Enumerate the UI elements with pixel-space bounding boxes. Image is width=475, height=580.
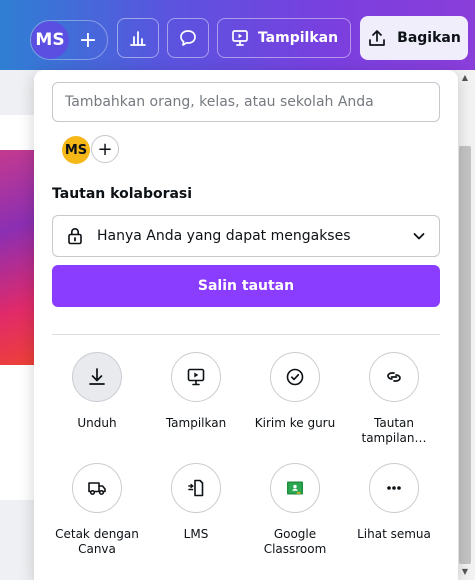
invite-input[interactable]	[52, 82, 440, 122]
member-avatar[interactable]: MS	[62, 136, 90, 164]
classroom-icon	[287, 481, 303, 495]
option-send-teacher-circle[interactable]	[270, 352, 320, 402]
option-present[interactable]: Tampilkan	[151, 352, 241, 431]
chevron-down-icon	[413, 233, 425, 240]
option-print-circle[interactable]	[72, 463, 122, 513]
option-lms[interactable]: LMS	[151, 463, 241, 542]
access-dropdown[interactable]: Hanya Anda yang dapat mengakses	[52, 215, 440, 257]
add-member-button[interactable]: +	[91, 135, 119, 163]
option-download[interactable]: Unduh	[52, 352, 142, 431]
lms-icon	[188, 479, 204, 497]
option-present-label: Tampilkan	[165, 416, 227, 430]
upload-icon	[369, 30, 386, 46]
scroll-down-icon[interactable]: ▼	[459, 566, 471, 576]
present-icon	[232, 30, 248, 46]
option-google-classroom-circle[interactable]	[270, 463, 320, 513]
option-present-circle[interactable]	[171, 352, 221, 402]
option-google-classroom[interactable]: Google Classroom	[250, 463, 340, 557]
option-lms-label: LMS	[183, 527, 209, 541]
more-icon	[387, 486, 401, 490]
plus-icon[interactable]: +	[72, 24, 104, 56]
comment-button[interactable]	[167, 18, 209, 58]
option-see-all-circle[interactable]	[369, 463, 419, 513]
chart-icon	[130, 31, 146, 46]
option-download-circle[interactable]	[72, 352, 122, 402]
check-circle-icon	[286, 368, 304, 386]
option-print[interactable]: Cetak dengan Canva	[52, 463, 142, 557]
scrollbar-thumb[interactable]	[459, 146, 471, 564]
insights-button[interactable]	[117, 18, 159, 58]
option-view-link[interactable]: Tautan tampilan…	[349, 352, 439, 446]
present-button-label: Tampilkan	[257, 30, 339, 46]
option-google-classroom-label: Google Classroom	[263, 527, 327, 556]
download-icon	[89, 368, 105, 385]
option-see-all-label: Lihat semua	[357, 527, 431, 541]
option-send-teacher[interactable]: Kirim ke guru	[250, 352, 340, 431]
option-view-link-label: Tautan tampilan…	[361, 416, 427, 445]
comment-icon	[180, 30, 196, 46]
present-button[interactable]: Tampilkan	[217, 18, 351, 58]
access-dropdown-value: Hanya Anda yang dapat mengakses	[97, 228, 351, 244]
scroll-up-icon[interactable]: ▲	[459, 72, 471, 82]
option-lms-circle[interactable]	[171, 463, 221, 513]
section-divider	[52, 334, 440, 335]
collab-link-title: Tautan kolaborasi	[52, 186, 193, 202]
share-button-label: Bagikan	[397, 30, 461, 46]
share-button[interactable]: Bagikan	[360, 16, 468, 60]
copy-link-button[interactable]: Salin tautan	[52, 265, 440, 307]
lock-icon	[68, 227, 82, 245]
option-download-label: Unduh	[77, 416, 117, 430]
option-print-label: Cetak dengan Canva	[55, 527, 139, 556]
truck-icon	[88, 482, 106, 496]
option-view-link-circle[interactable]	[369, 352, 419, 402]
present-icon	[187, 368, 205, 386]
option-see-all[interactable]: Lihat semua	[349, 463, 439, 542]
user-avatar[interactable]: MS	[31, 21, 69, 59]
link-icon	[387, 372, 401, 382]
option-send-teacher-label: Kirim ke guru	[254, 416, 336, 430]
